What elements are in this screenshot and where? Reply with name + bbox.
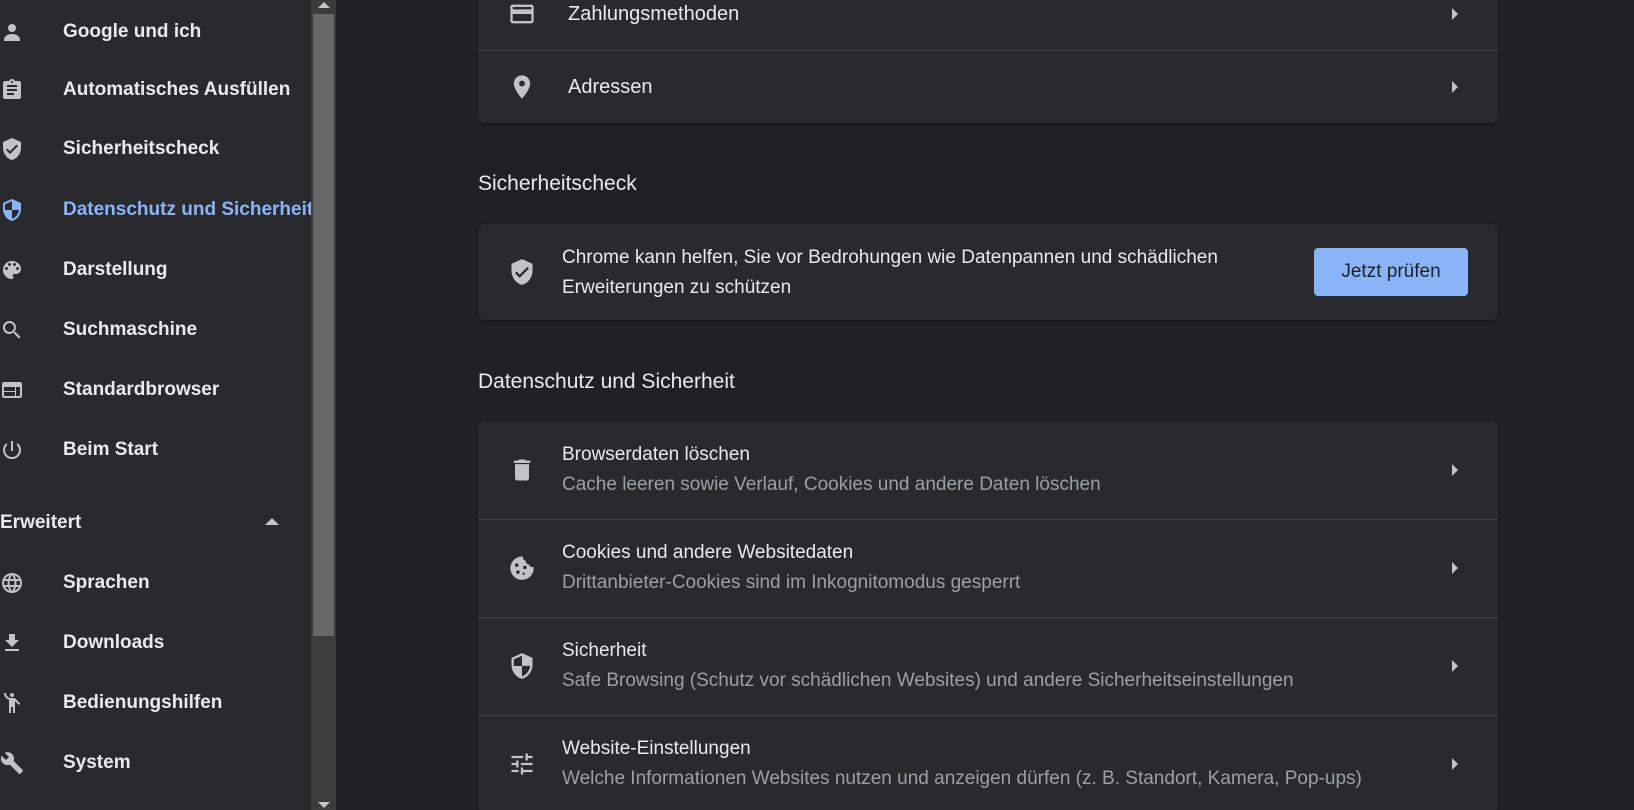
sidebar-item-label: Sicherheitscheck [63, 138, 220, 159]
sidebar-item-label: Beim Start [63, 439, 159, 460]
row-subtitle: Cache leeren sowie Verlauf, Cookies und … [562, 474, 1101, 495]
clear-browsing-data-row[interactable]: Browserdaten löschen Cache leeren sowie … [478, 422, 1498, 519]
addresses-row[interactable]: Adressen [478, 50, 1498, 123]
chrome-settings-window: Google und ich Automatisches Ausfüllen S… [0, 0, 1634, 810]
accessibility-icon [0, 691, 24, 715]
palette-icon [0, 258, 24, 282]
shield-half-icon [508, 652, 536, 680]
cookies-row[interactable]: Cookies und andere Websitedaten Drittanb… [478, 519, 1498, 617]
sidebar-item-label: Bedienungshilfen [63, 692, 223, 713]
sidebar-scrollbar[interactable] [311, 0, 336, 810]
shield-half-icon [0, 198, 24, 222]
payment-methods-label: Zahlungsmethoden [568, 2, 740, 25]
shield-check-icon [0, 137, 24, 161]
sidebar-item-label: Suchmaschine [63, 319, 198, 340]
privacy-security-heading: Datenschutz und Sicherheit [478, 370, 735, 393]
sidebar-item-privacy-security[interactable]: Datenschutz und Sicherheit [0, 190, 311, 230]
person-icon [0, 20, 24, 44]
location-pin-icon [508, 73, 536, 101]
safety-check-heading: Sicherheitscheck [478, 172, 637, 195]
wrench-icon [0, 751, 24, 775]
scroll-down-arrow-icon[interactable] [318, 802, 330, 808]
sidebar-item-on-startup[interactable]: Beim Start [0, 430, 311, 470]
row-subtitle: Welche Informationen Websites nutzen und… [562, 768, 1362, 789]
browser-window-icon [0, 378, 24, 402]
power-icon [0, 438, 24, 462]
row-title: Browserdaten löschen [562, 444, 750, 465]
safety-check-description: Chrome kann helfen, Sie vor Bedrohungen … [562, 247, 1218, 298]
sidebar-item-downloads[interactable]: Downloads [0, 623, 311, 663]
sidebar-item-system[interactable]: System [0, 743, 311, 783]
sidebar-item-label: Sprachen [63, 572, 150, 593]
sidebar-item-label: Google und ich [63, 21, 202, 42]
row-title: Website-Einstellungen [562, 738, 751, 759]
row-title: Sicherheit [562, 640, 647, 661]
payment-methods-row[interactable]: Zahlungsmethoden [478, 0, 1498, 50]
sidebar-item-safety-check[interactable]: Sicherheitscheck [0, 129, 311, 169]
scrollbar-thumb[interactable] [313, 14, 334, 636]
sidebar-item-autofill[interactable]: Automatisches Ausfüllen [0, 70, 311, 110]
safety-check-card: Chrome kann helfen, Sie vor Bedrohungen … [478, 224, 1498, 320]
sidebar-item-label: System [63, 752, 131, 773]
chevron-right-icon [1452, 562, 1458, 574]
sidebar-item-label: Automatisches Ausfüllen [63, 79, 291, 100]
search-icon [0, 318, 24, 342]
sidebar-advanced-toggle[interactable]: Erweitert [0, 503, 290, 543]
clipboard-icon [0, 78, 24, 102]
globe-icon [0, 571, 24, 595]
chevron-right-icon [1452, 660, 1458, 672]
settings-sidebar: Google und ich Automatisches Ausfüllen S… [0, 0, 311, 810]
row-subtitle: Drittanbieter-Cookies sind im Inkognitom… [562, 572, 1021, 593]
cookie-icon [508, 554, 536, 582]
chevron-right-icon [1452, 81, 1458, 93]
scroll-up-arrow-icon[interactable] [318, 2, 330, 8]
sidebar-item-appearance[interactable]: Darstellung [0, 250, 311, 290]
advanced-label: Erweitert [0, 512, 82, 533]
sidebar-item-default-browser[interactable]: Standardbrowser [0, 370, 311, 410]
settings-main: Zahlungsmethoden Adressen Sicherheitsche… [336, 0, 1634, 810]
download-icon [0, 631, 24, 655]
privacy-security-card: Browserdaten löschen Cache leeren sowie … [478, 422, 1498, 810]
trash-icon [508, 456, 536, 484]
sidebar-item-label: Standardbrowser [63, 379, 220, 400]
shield-check-icon [508, 258, 536, 286]
sliders-icon [508, 750, 536, 778]
chevron-right-icon [1452, 464, 1458, 476]
chevron-right-icon [1452, 758, 1458, 770]
row-subtitle: Safe Browsing (Schutz vor schädlichen We… [562, 670, 1294, 691]
sidebar-item-label: Darstellung [63, 259, 168, 280]
sidebar-item-label: Datenschutz und Sicherheit [63, 199, 311, 220]
addresses-label: Adressen [568, 75, 653, 98]
chevron-up-icon [265, 518, 279, 525]
credit-card-icon [508, 0, 536, 28]
site-settings-row[interactable]: Website-Einstellungen Welche Information… [478, 715, 1498, 810]
sidebar-item-search-engine[interactable]: Suchmaschine [0, 310, 311, 350]
autofill-card: Zahlungsmethoden Adressen [478, 0, 1498, 123]
row-title: Cookies und andere Websitedaten [562, 542, 854, 563]
sidebar-item-languages[interactable]: Sprachen [0, 563, 311, 603]
sidebar-item-label: Downloads [63, 632, 165, 653]
sidebar-item-accessibility[interactable]: Bedienungshilfen [0, 683, 311, 723]
security-row[interactable]: Sicherheit Safe Browsing (Schutz vor sch… [478, 617, 1498, 715]
sidebar-item-google-und-ich[interactable]: Google und ich [0, 12, 311, 52]
check-now-button[interactable]: Jetzt prüfen [1314, 248, 1468, 296]
chevron-right-icon [1452, 8, 1458, 20]
